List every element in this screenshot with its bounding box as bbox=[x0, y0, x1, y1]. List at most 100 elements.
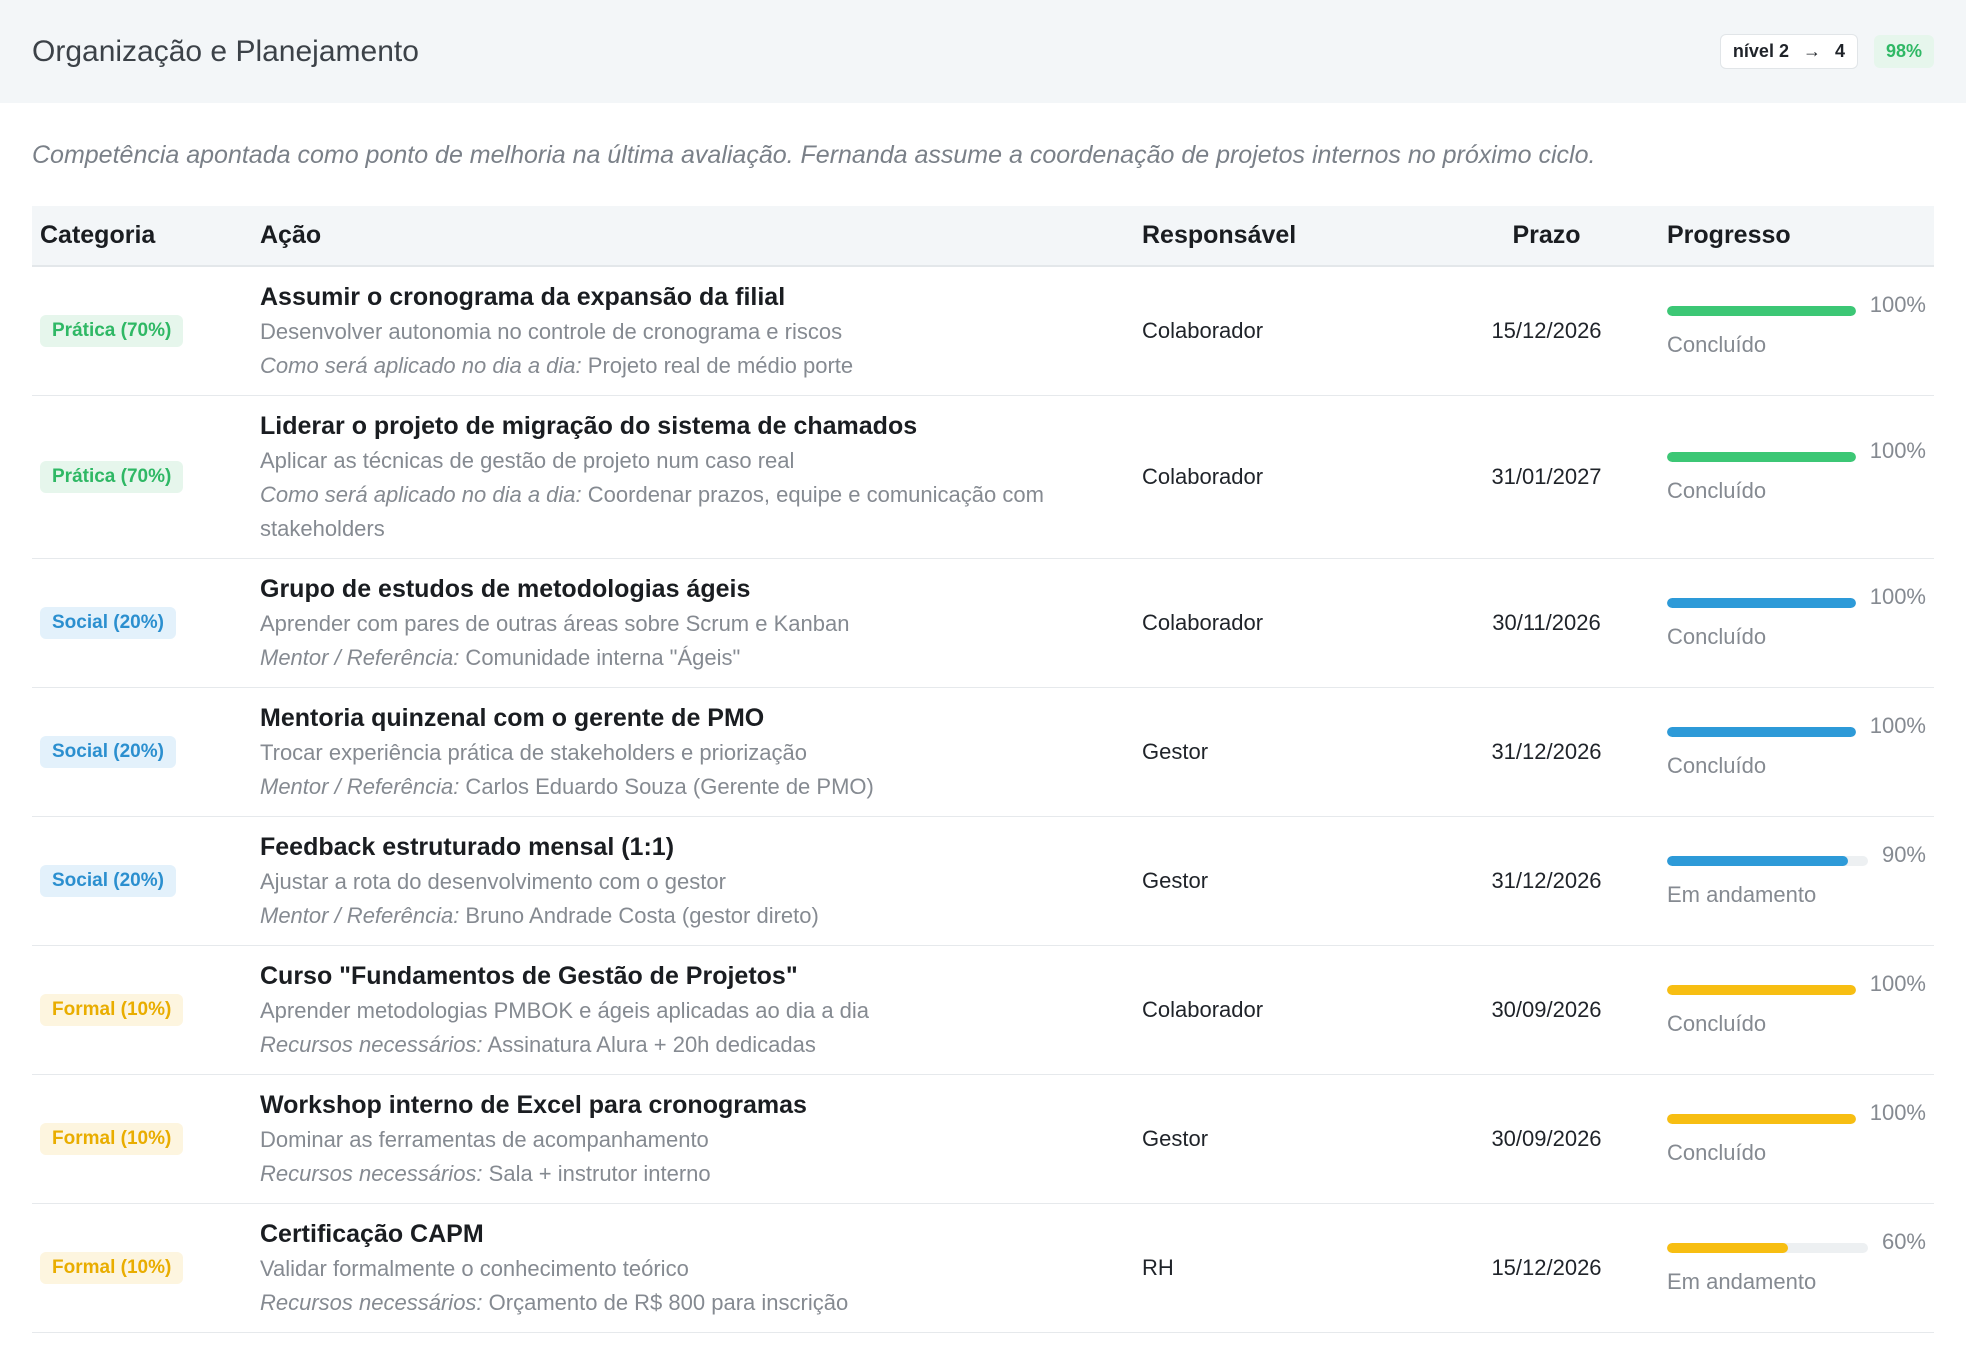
progress-indicator: 100% bbox=[1667, 971, 1926, 997]
table-row: Formal (10%) Certificação CAPM Validar f… bbox=[32, 1204, 1934, 1333]
deadline-cell: 31/12/2026 bbox=[1491, 739, 1602, 764]
progress-percent: 90% bbox=[1881, 842, 1926, 867]
progress-bar bbox=[1667, 856, 1868, 866]
progress-status: Concluído bbox=[1667, 753, 1767, 778]
progress-status: Concluído bbox=[1667, 1140, 1767, 1165]
progress-bar bbox=[1667, 452, 1856, 462]
action-detail-value: Projeto real de médio porte bbox=[581, 353, 854, 378]
progress-percent: 100% bbox=[1869, 1100, 1926, 1125]
progress-status: Concluído bbox=[1667, 624, 1767, 649]
category-badge: Social (20%) bbox=[40, 865, 176, 897]
competency-note: Competência apontada como ponto de melho… bbox=[32, 141, 1596, 169]
column-header-category: Categoria bbox=[40, 221, 156, 249]
progress-bar-fill bbox=[1667, 727, 1856, 737]
action-title: Curso "Fundamentos de Gestão de Projetos… bbox=[260, 962, 798, 990]
action-detail-label: Como será aplicado no dia a dia: bbox=[260, 353, 582, 378]
action-title: Liderar o projeto de migração do sistema… bbox=[260, 412, 918, 440]
table-row: Prática (70%) Liderar o projeto de migra… bbox=[32, 396, 1934, 559]
progress-bar-fill bbox=[1667, 985, 1856, 995]
progress-indicator: 90% bbox=[1667, 842, 1926, 868]
action-title: Mentoria quinzenal com o gerente de PMO bbox=[260, 704, 765, 732]
deadline-cell: 15/12/2026 bbox=[1491, 1255, 1602, 1280]
progress-status: Concluído bbox=[1667, 1011, 1767, 1036]
responsible-cell: Gestor bbox=[1142, 868, 1209, 893]
action-detail-value: Bruno Andrade Costa (gestor direto) bbox=[459, 903, 819, 928]
action-description: Aprender com pares de outras áreas sobre… bbox=[260, 611, 850, 636]
table-row: Prática (70%) Assumir o cronograma da ex… bbox=[32, 266, 1934, 396]
deadline-cell: 30/11/2026 bbox=[1492, 610, 1601, 635]
action-description: Validar formalmente o conhecimento teóri… bbox=[260, 1256, 689, 1281]
table-row: Formal (10%) Curso "Fundamentos de Gestã… bbox=[32, 946, 1934, 1075]
responsible-cell: Colaborador bbox=[1142, 610, 1264, 635]
action-detail-label: Mentor / Referência: bbox=[260, 645, 460, 670]
action-detail: Recursos necessários: Sala + instrutor i… bbox=[260, 1157, 1126, 1191]
progress-percent: 100% bbox=[1869, 292, 1926, 317]
progress-percent: 100% bbox=[1869, 438, 1926, 463]
level-chip: nível 2 → 4 bbox=[1719, 34, 1858, 69]
action-detail-value: Carlos Eduardo Souza (Gerente de PMO) bbox=[459, 774, 874, 799]
action-detail: Recursos necessários: Assinatura Alura +… bbox=[260, 1028, 1126, 1062]
action-title: Assumir o cronograma da expansão da fili… bbox=[260, 283, 786, 311]
action-description: Trocar experiência prática de stakeholde… bbox=[260, 740, 808, 765]
table-row: Formal (10%) Workshop interno de Excel p… bbox=[32, 1075, 1934, 1204]
progress-bar bbox=[1667, 598, 1856, 608]
table-body: Prática (70%) Assumir o cronograma da ex… bbox=[32, 266, 1934, 1333]
category-badge: Social (20%) bbox=[40, 736, 176, 768]
progress-bar-fill bbox=[1667, 306, 1856, 316]
progress-percent: 100% bbox=[1869, 584, 1926, 609]
category-badge: Social (20%) bbox=[40, 607, 176, 639]
category-badge: Prática (70%) bbox=[40, 315, 184, 347]
progress-indicator: 100% bbox=[1667, 713, 1926, 739]
action-detail: Como será aplicado no dia a dia: Coorden… bbox=[260, 478, 1126, 546]
deadline-cell: 31/01/2027 bbox=[1491, 464, 1602, 489]
progress-percent: 100% bbox=[1869, 713, 1926, 738]
action-description: Dominar as ferramentas de acompanhamento bbox=[260, 1127, 709, 1152]
page-title: Organização e Planejamento bbox=[32, 34, 419, 68]
progress-bar-fill bbox=[1667, 1243, 1788, 1253]
action-detail-value: Assinatura Alura + 20h dedicadas bbox=[482, 1032, 816, 1057]
action-detail-value: Sala + instrutor interno bbox=[482, 1161, 711, 1186]
level-from: nível 2 bbox=[1732, 41, 1789, 61]
progress-bar bbox=[1667, 1114, 1856, 1124]
level-to: 4 bbox=[1834, 41, 1845, 61]
progress-indicator: 100% bbox=[1667, 1100, 1926, 1126]
progress-indicator: 60% bbox=[1667, 1229, 1926, 1255]
progress-percent: 100% bbox=[1869, 971, 1926, 996]
progress-bar bbox=[1667, 727, 1856, 737]
action-plan-table: Categoria Ação Responsável Prazo Progres… bbox=[32, 206, 1934, 1333]
responsible-cell: Colaborador bbox=[1142, 318, 1264, 343]
table-row: Social (20%) Mentoria quinzenal com o ge… bbox=[32, 688, 1934, 817]
column-header-responsible: Responsável bbox=[1142, 221, 1297, 249]
progress-bar bbox=[1667, 1243, 1868, 1253]
action-description: Desenvolver autonomia no controle de cro… bbox=[260, 319, 843, 344]
progress-percent: 60% bbox=[1881, 1229, 1926, 1254]
table-row: Social (20%) Feedback estruturado mensal… bbox=[32, 817, 1934, 946]
action-description: Aplicar as técnicas de gestão de projeto… bbox=[260, 448, 795, 473]
progress-status: Concluído bbox=[1667, 332, 1767, 357]
table-header-row: Categoria Ação Responsável Prazo Progres… bbox=[32, 206, 1934, 266]
competency-header: Organização e Planejamento nível 2 → 4 9… bbox=[0, 0, 1966, 103]
responsible-cell: RH bbox=[1142, 1255, 1174, 1280]
progress-bar bbox=[1667, 985, 1856, 995]
progress-status: Concluído bbox=[1667, 478, 1767, 503]
action-detail: Mentor / Referência: Bruno Andrade Costa… bbox=[260, 899, 1126, 933]
action-detail: Mentor / Referência: Carlos Eduardo Souz… bbox=[260, 770, 1126, 804]
action-detail: Mentor / Referência: Comunidade interna … bbox=[260, 641, 1126, 675]
deadline-cell: 15/12/2026 bbox=[1491, 318, 1602, 343]
action-detail-value: Comunidade interna "Ágeis" bbox=[459, 645, 741, 670]
action-detail-label: Recursos necessários: bbox=[260, 1161, 483, 1186]
progress-status: Em andamento bbox=[1667, 882, 1817, 907]
category-badge: Prática (70%) bbox=[40, 461, 184, 493]
deadline-cell: 30/09/2026 bbox=[1491, 997, 1602, 1022]
progress-bar-fill bbox=[1667, 598, 1856, 608]
column-header-deadline: Prazo bbox=[1512, 221, 1581, 249]
responsible-cell: Gestor bbox=[1142, 1126, 1209, 1151]
action-description: Aprender metodologias PMBOK e ágeis apli… bbox=[260, 998, 870, 1023]
action-description: Ajustar a rota do desenvolvimento com o … bbox=[260, 869, 726, 894]
progress-bar-fill bbox=[1667, 856, 1848, 866]
header-indicators: nível 2 → 4 98% bbox=[1719, 34, 1934, 69]
action-detail: Como será aplicado no dia a dia: Projeto… bbox=[260, 349, 1126, 383]
deadline-cell: 30/09/2026 bbox=[1491, 1126, 1602, 1151]
progress-status: Em andamento bbox=[1667, 1269, 1817, 1294]
responsible-cell: Gestor bbox=[1142, 739, 1209, 764]
